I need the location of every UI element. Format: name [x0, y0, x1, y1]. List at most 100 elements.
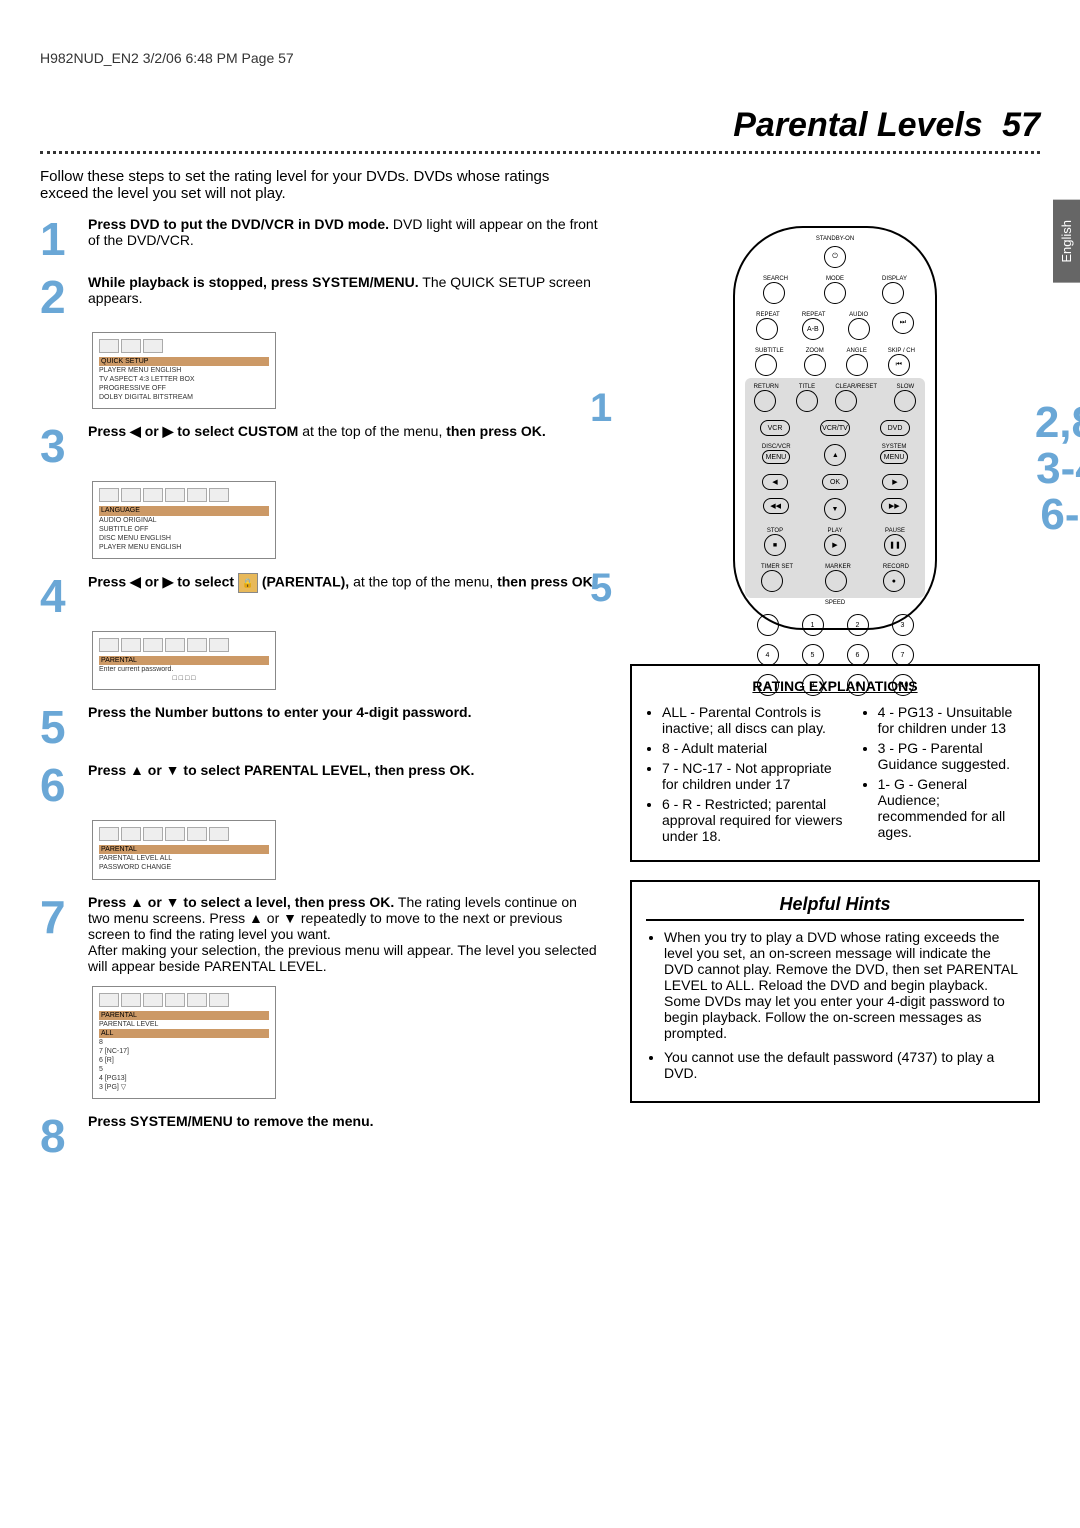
osd-title: PARENTAL — [99, 845, 269, 854]
rating-item: 6 - R - Restricted; parental approval re… — [662, 796, 848, 844]
remote-label: AUDIO — [848, 312, 870, 318]
osd-password: PARENTAL Enter current password. □ □ □ □ — [92, 631, 276, 690]
rating-list-left: ALL - Parental Controls is inactive; all… — [646, 704, 848, 848]
page-title-row: Parental Levels 57 — [40, 106, 1040, 154]
remote-label: TIMER SET — [761, 564, 793, 570]
osd-row: PARENTAL LEVEL — [99, 1020, 269, 1029]
osd-row: PROGRESSIVE OFF — [99, 384, 269, 393]
osd-row: DOLBY DIGITAL BITSTREAM — [99, 393, 269, 402]
osd-level-list: PARENTAL PARENTAL LEVEL ALL 8 7 [NC-17] … — [92, 986, 276, 1100]
step-bold: then press OK. — [497, 574, 597, 590]
vcrtv-button: VCR/TV — [820, 420, 850, 436]
system-menu-button: MENU — [880, 450, 908, 464]
remote-label: SPEED — [825, 600, 845, 606]
num-0: 0 — [847, 674, 869, 696]
return-button — [754, 390, 776, 412]
osd-row: SUBTITLE OFF — [99, 525, 269, 534]
osd-row: 6 [R] — [99, 1056, 269, 1065]
osd-row: □ □ □ □ — [99, 674, 269, 683]
hints-title: Helpful Hints — [646, 894, 1024, 921]
remote-label: DISPLAY — [882, 276, 907, 282]
step-4: 4 Press ◀ or ▶ to select 🔒 (PARENTAL), a… — [40, 573, 600, 619]
step-bold: (PARENTAL), — [258, 574, 349, 590]
step-number: 4 — [40, 573, 78, 619]
menu-button: MENU — [762, 450, 790, 464]
skip-fwd-button: ⏭ — [892, 312, 914, 334]
osd-row: 3 [PG] ▽ — [99, 1083, 269, 1092]
num-7: 7 — [892, 644, 914, 666]
step-number: 1 — [40, 216, 78, 262]
slow-button — [894, 390, 916, 412]
vcr-button: VCR — [760, 420, 790, 436]
step-bold: Press SYSTEM/MENU to remove the menu. — [88, 1113, 374, 1129]
osd-title: QUICK SETUP — [99, 357, 269, 366]
remote-label: DISC/VCR — [762, 444, 791, 450]
speed-button — [757, 614, 779, 636]
num-plus10: +10 — [892, 674, 914, 696]
step-bold: Press ▲ or ▼ to select PARENTAL LEVEL, t… — [88, 762, 474, 778]
page-title: Parental Levels — [733, 106, 982, 144]
down-button: ▼ — [824, 498, 846, 520]
step-number: 6 — [40, 762, 78, 808]
osd-row: Enter current password. — [99, 665, 269, 674]
rating-list-right: 4 - PG13 - Unsuitable for children under… — [862, 704, 1024, 848]
remote-label: REPEAT — [756, 312, 780, 318]
step-bold: Press DVD to put the DVD/VCR in DVD mode… — [88, 216, 389, 232]
num-3: 3 — [892, 614, 914, 636]
remote-label: SYSTEM — [880, 444, 908, 450]
num-5: 5 — [802, 644, 824, 666]
osd-row: 5 — [99, 1065, 269, 1074]
remote-label: ANGLE — [846, 348, 868, 354]
up-button: ▲ — [824, 444, 846, 466]
num-6: 6 — [847, 644, 869, 666]
ab-button: A-B — [802, 318, 824, 340]
title-button — [796, 390, 818, 412]
osd-row: TV ASPECT 4:3 LETTER BOX — [99, 375, 269, 384]
remote-diagram: 1 2,8 3-4, 6-7 5 STANDBY-ON ⏻ SEARCH MOD… — [630, 226, 1040, 646]
osd-row: DISC MENU ENGLISH — [99, 534, 269, 543]
step-number: 2 — [40, 274, 78, 320]
angle-button — [846, 354, 868, 376]
remote-label: REPEAT — [802, 312, 826, 318]
osd-row: 4 [PG13] — [99, 1074, 269, 1083]
step-bold: Press ◀ or ▶ to select CUSTOM — [88, 423, 298, 439]
rating-item: 8 - Adult material — [662, 740, 848, 756]
dvd-button: DVD — [880, 420, 910, 436]
language-tab: English — [1053, 200, 1080, 283]
step-5: 5 Press the Number buttons to enter your… — [40, 704, 600, 750]
remote-label: RETURN — [754, 384, 779, 390]
remote-label: SKIP / CH — [888, 348, 915, 354]
remote-label: STOP — [764, 528, 786, 534]
callout-1: 1 — [590, 386, 612, 431]
remote-label: PLAY — [824, 528, 846, 534]
step-2: 2 While playback is stopped, press SYSTE… — [40, 274, 600, 320]
osd-quick-setup: QUICK SETUP PLAYER MENU ENGLISH TV ASPEC… — [92, 332, 276, 409]
rating-item: 1- G - General Audience; recommended for… — [878, 776, 1024, 840]
callout-2-8: 2,8 — [1035, 398, 1080, 448]
rating-item: 7 - NC-17 - Not appropriate for children… — [662, 760, 848, 792]
osd-title: LANGUAGE — [99, 506, 269, 515]
osd-row: PLAYER MENU ENGLISH — [99, 366, 269, 375]
step-8: 8 Press SYSTEM/MENU to remove the menu. — [40, 1113, 600, 1159]
search-button — [763, 282, 785, 304]
ok-button: OK — [822, 474, 848, 490]
step-bold: Press ◀ or ▶ to select — [88, 574, 238, 590]
remote-label: PAUSE — [884, 528, 906, 534]
num-8: 8 — [757, 674, 779, 696]
intro-text: Follow these steps to set the rating lev… — [40, 168, 600, 202]
record-button: ● — [883, 570, 905, 592]
rew-button: ◀◀ — [763, 498, 789, 514]
audio-button — [848, 318, 870, 340]
osd-row: PARENTAL LEVEL ALL — [99, 854, 269, 863]
helpful-hints-box: Helpful Hints When you try to play a DVD… — [630, 880, 1040, 1103]
hint-item: When you try to play a DVD whose rating … — [664, 929, 1024, 1041]
right-button: ▶ — [882, 474, 908, 490]
ff-button: ▶▶ — [881, 498, 907, 514]
standby-button: ⏻ — [824, 246, 846, 268]
step-number: 3 — [40, 423, 78, 469]
remote-label: CLEAR/RESET — [835, 384, 877, 390]
display-button — [882, 282, 904, 304]
osd-row: 8 — [99, 1038, 269, 1047]
remote-label: ZOOM — [804, 348, 826, 354]
remote-label: RECORD — [883, 564, 909, 570]
